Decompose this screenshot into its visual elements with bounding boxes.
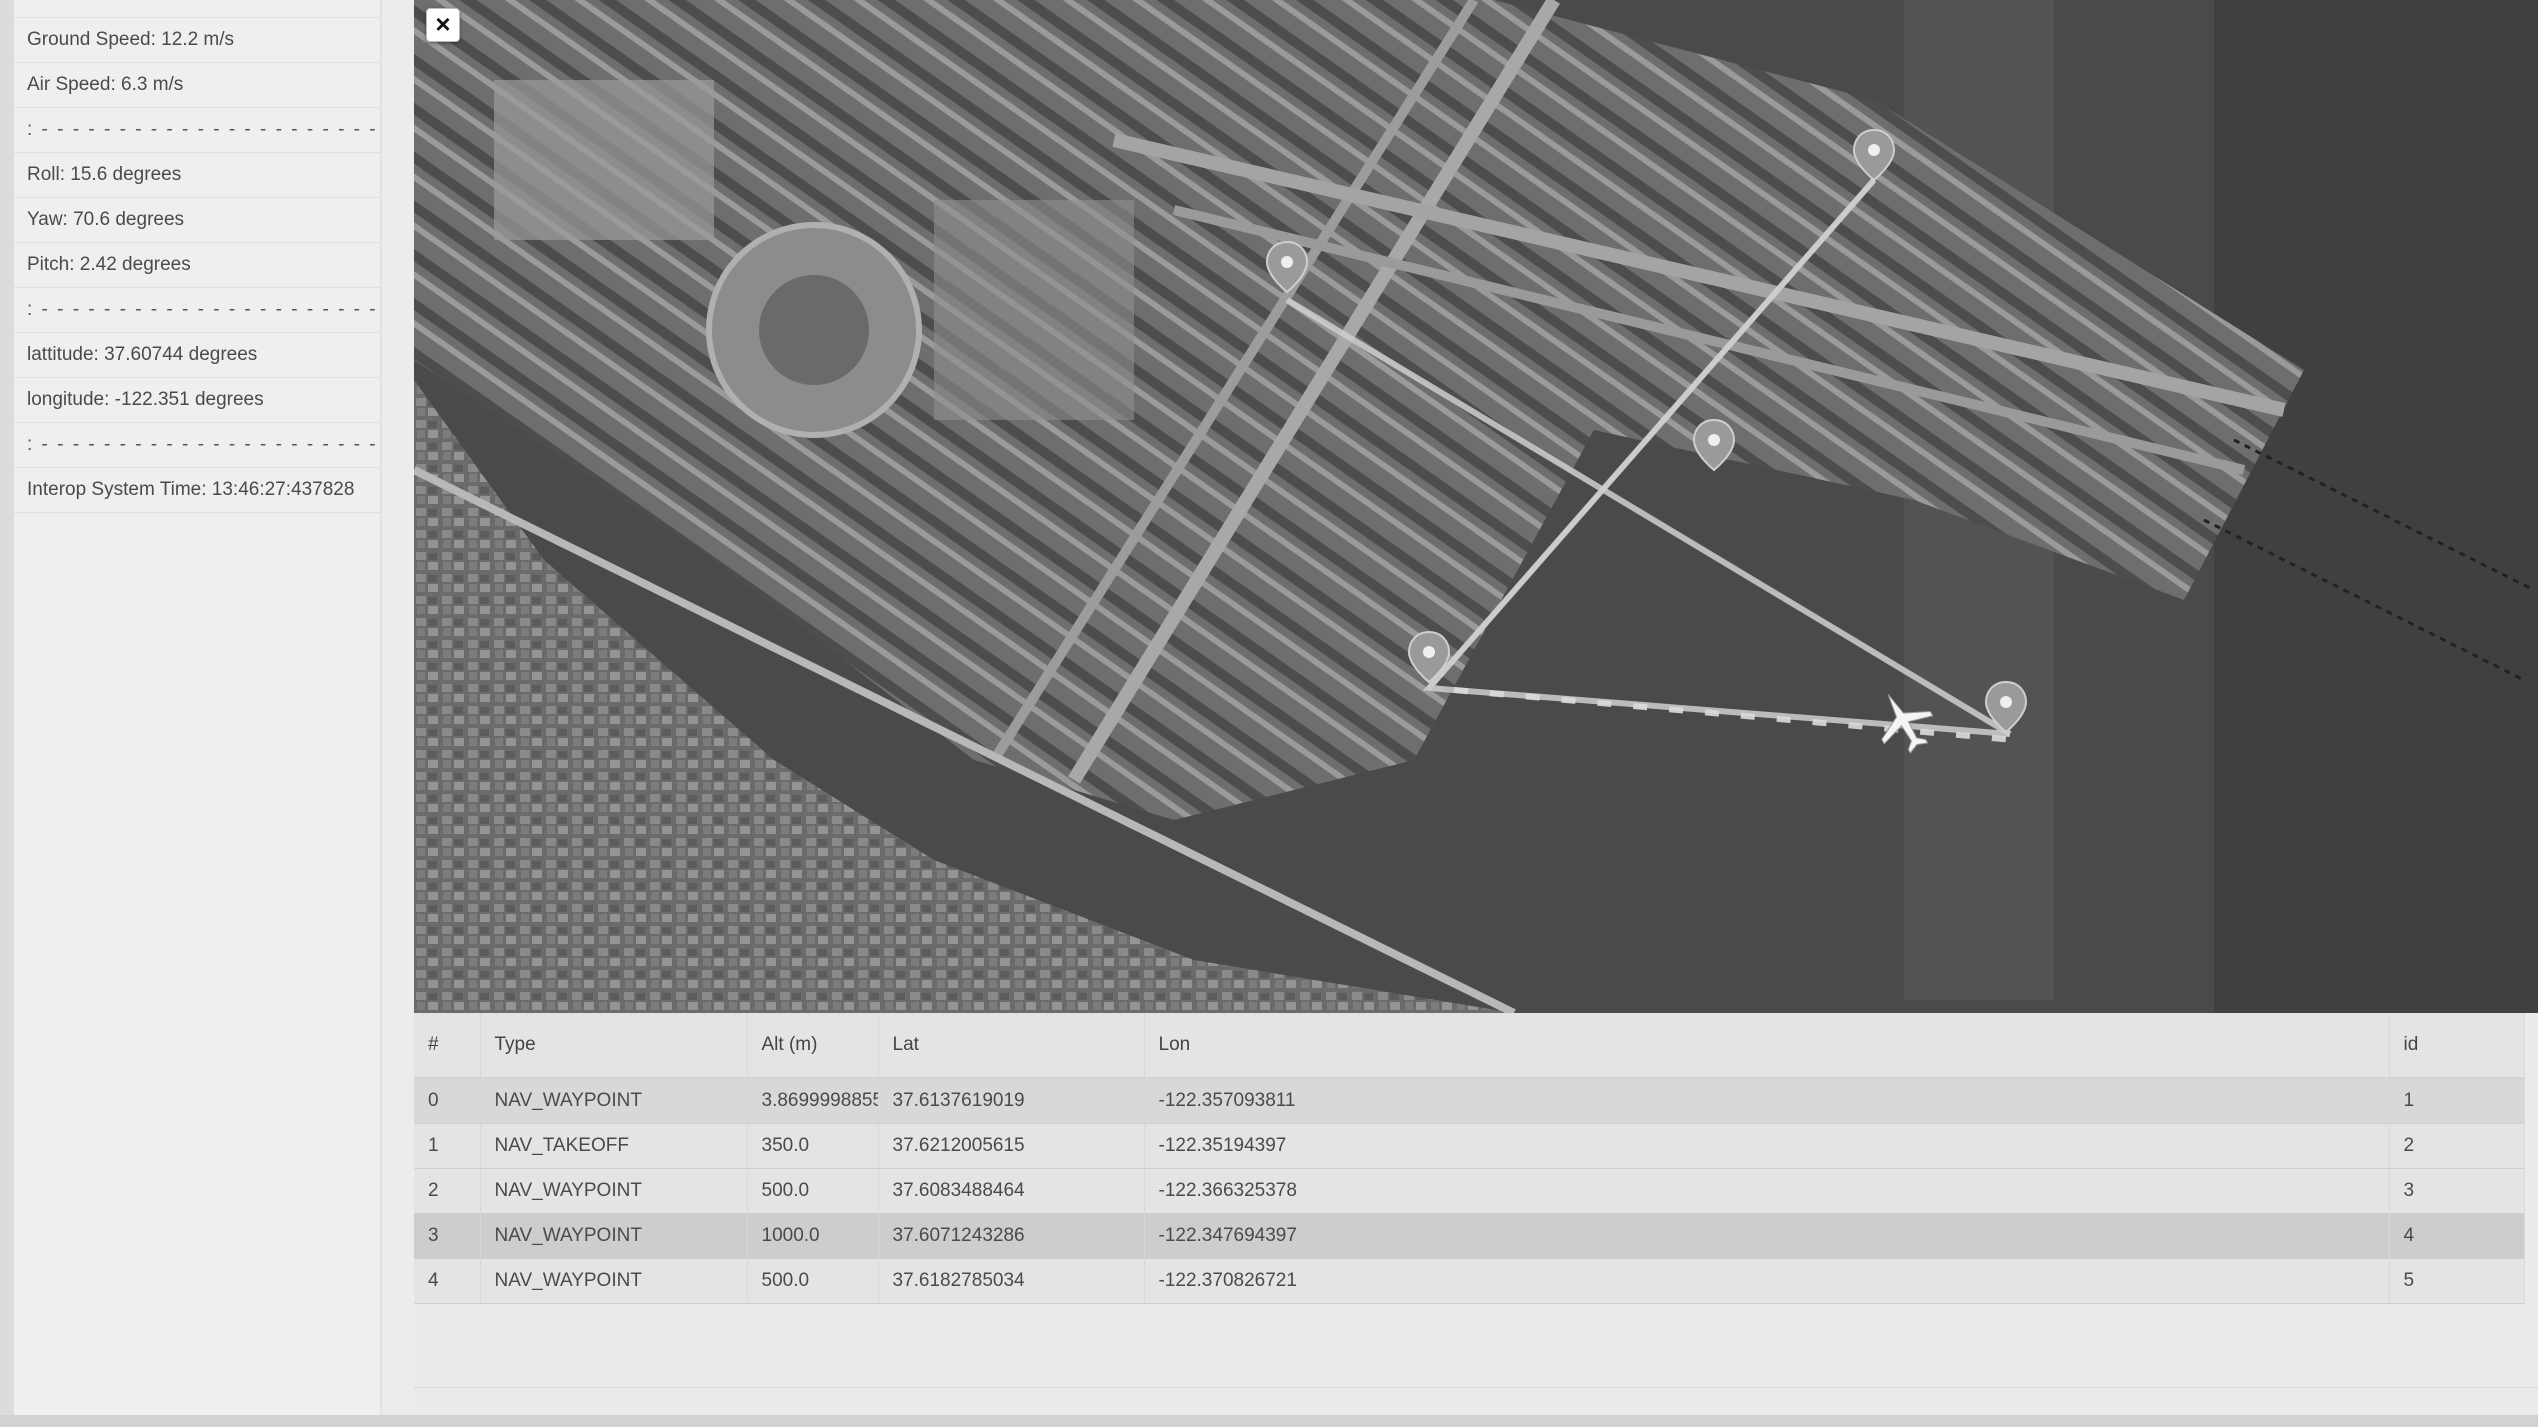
cell-lat: 37.6182785034 [878, 1258, 1145, 1304]
cell-type: NAV_TAKEOFF [480, 1123, 748, 1169]
column-header-lon[interactable]: Lon [1144, 1013, 2390, 1079]
cell-lat: 37.6083488464 [878, 1168, 1145, 1214]
cell-alt: 1000.0 [747, 1213, 879, 1259]
telemetry-sidebar: Ground Speed: 12.2 m/s Air Speed: 6.3 m/… [14, 0, 382, 1415]
cell-type: NAV_WAYPOINT [480, 1078, 748, 1124]
cell-lon: -122.357093811 [1144, 1078, 2390, 1124]
cell-alt: 500.0 [747, 1168, 879, 1214]
cell-num: 3 [414, 1213, 481, 1259]
close-icon[interactable]: × [426, 8, 460, 42]
panel-gutter [382, 0, 414, 1415]
yaw-readout: Yaw: 70.6 degrees [14, 198, 380, 243]
cell-type: NAV_WAYPOINT [480, 1168, 748, 1214]
window-left-edge [0, 0, 14, 1427]
table-row[interactable]: 0 NAV_WAYPOINT 3.86999988556 37.61376190… [414, 1078, 2525, 1124]
telemetry-separator: : - - - - - - - - - - - - - - - - - - - … [14, 288, 380, 333]
cell-lon: -122.347694397 [1144, 1213, 2390, 1259]
cell-id: 1 [2389, 1078, 2525, 1124]
mission-table: # Type Alt (m) Lat Lon id 0 NAV_WAYPOINT… [414, 1013, 2525, 1304]
cell-lon: -122.366325378 [1144, 1168, 2390, 1214]
mission-table-panel: # Type Alt (m) Lat Lon id 0 NAV_WAYPOINT… [414, 1013, 2538, 1415]
table-row[interactable]: 4 NAV_WAYPOINT 500.0 37.6182785034 -122.… [414, 1258, 2525, 1304]
cell-lon: -122.370826721 [1144, 1258, 2390, 1304]
telemetry-separator: : - - - - - - - - - - - - - - - - - - - … [14, 108, 380, 153]
cell-alt: 500.0 [747, 1258, 879, 1304]
cell-lon: -122.35194397 [1144, 1123, 2390, 1169]
cell-alt: 3.86999988556 [747, 1078, 879, 1124]
column-header-num[interactable]: # [414, 1013, 481, 1079]
latitude-readout: lattitude: 37.60744 degrees [14, 333, 380, 378]
telemetry-separator: : - - - - - - - - - - - - - - - - - - - … [14, 423, 380, 468]
cell-num: 2 [414, 1168, 481, 1214]
table-row[interactable]: 2 NAV_WAYPOINT 500.0 37.6083488464 -122.… [414, 1168, 2525, 1214]
column-header-alt[interactable]: Alt (m) [747, 1013, 879, 1079]
cell-alt: 350.0 [747, 1123, 879, 1169]
cell-num: 0 [414, 1078, 481, 1124]
cell-num: 1 [414, 1123, 481, 1169]
cell-num: 4 [414, 1258, 481, 1304]
table-divider [414, 1387, 2538, 1388]
window-bottom-edge [0, 1415, 2538, 1427]
ground-speed-readout: Ground Speed: 12.2 m/s [14, 18, 380, 63]
column-header-id[interactable]: id [2389, 1013, 2525, 1079]
roll-readout: Roll: 15.6 degrees [14, 153, 380, 198]
terminal-pier [934, 200, 1134, 420]
cell-id: 5 [2389, 1258, 2525, 1304]
cell-lat: 37.6071243286 [878, 1213, 1145, 1259]
cell-lat: 37.6212005615 [878, 1123, 1145, 1169]
cell-type: NAV_WAYPOINT [480, 1213, 748, 1259]
cell-lat: 37.6137619019 [878, 1078, 1145, 1124]
table-row[interactable]: 3 NAV_WAYPOINT 1000.0 37.6071243286 -122… [414, 1213, 2525, 1259]
pitch-readout: Pitch: 2.42 degrees [14, 243, 380, 288]
cell-id: 4 [2389, 1213, 2525, 1259]
terminal-pier [494, 80, 714, 240]
cell-type: NAV_WAYPOINT [480, 1258, 748, 1304]
table-row[interactable]: 1 NAV_TAKEOFF 350.0 37.6212005615 -122.3… [414, 1123, 2525, 1169]
cell-id: 2 [2389, 1123, 2525, 1169]
telemetry-spacer [14, 0, 380, 18]
cell-id: 3 [2389, 1168, 2525, 1214]
air-speed-readout: Air Speed: 6.3 m/s [14, 63, 380, 108]
map-canvas[interactable] [414, 0, 2538, 1013]
terminal-core [759, 275, 869, 385]
system-time-readout: Interop System Time: 13:46:27:437828 [14, 468, 380, 513]
longitude-readout: longitude: -122.351 degrees [14, 378, 380, 423]
column-header-lat[interactable]: Lat [878, 1013, 1145, 1079]
table-header-row: # Type Alt (m) Lat Lon id [414, 1013, 2525, 1079]
water-band [2214, 0, 2538, 1013]
column-header-type[interactable]: Type [480, 1013, 748, 1079]
satellite-map[interactable]: × [414, 0, 2538, 1013]
